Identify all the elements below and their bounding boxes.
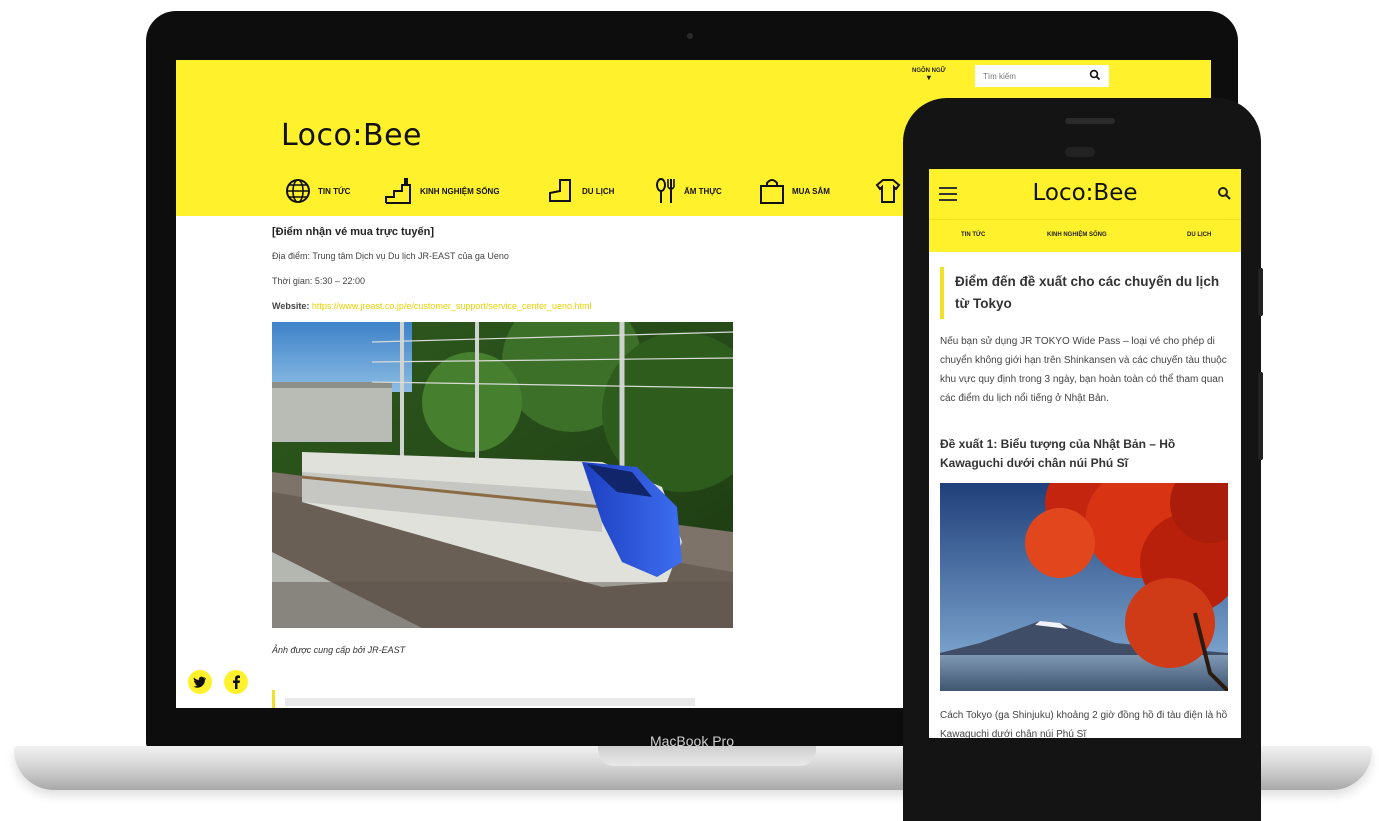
- photo-caption: Ảnh được cung cấp bởi JR-EAST: [272, 645, 406, 655]
- article-title: Điểm đến đề xuất cho các chuyến du lịch …: [955, 274, 1220, 311]
- website-link[interactable]: https://www.jreast.co.jp/e/customer_supp…: [312, 301, 592, 311]
- nav-item-travel[interactable]: DU LỊCH: [546, 173, 614, 209]
- time-text: Thời gian: 5:30 – 22:00: [272, 276, 365, 286]
- shopping-bag-icon: [760, 179, 784, 204]
- language-switcher[interactable]: NGÔN NGỮ ▾: [912, 68, 946, 82]
- caret-down-icon: ▾: [926, 73, 931, 82]
- fork-spoon-icon: [656, 178, 675, 203]
- nav-label: KINH NGHIỆM SỐNG: [420, 186, 500, 196]
- search-box: [975, 65, 1109, 87]
- tab-news[interactable]: TIN TỨC: [961, 232, 985, 238]
- nav-label: ẨM THỰC: [684, 186, 722, 196]
- nav-item-shopping[interactable]: MUA SẮM: [758, 173, 830, 209]
- nav-item-news[interactable]: TIN TỨC: [284, 173, 350, 209]
- search-icon[interactable]: [1089, 69, 1101, 81]
- tab-travel[interactable]: DU LỊCH: [1187, 232, 1211, 238]
- search-icon[interactable]: [1217, 186, 1231, 200]
- phone-volume-button: [1258, 268, 1263, 316]
- globe-icon: [286, 179, 310, 203]
- website-label: Website:: [272, 301, 310, 311]
- body-paragraph: Cách Tokyo (ga Shinjuku) khoảng 2 giờ đồ…: [940, 710, 1228, 738]
- shirt-icon: [875, 179, 901, 203]
- phone-speaker: [1065, 118, 1115, 124]
- tab-living[interactable]: KINH NGHIỆM SỐNG: [1047, 232, 1107, 238]
- recommendation-heading: Đề xuất 1: Biểu tượng của Nhật Bản – Hồ …: [940, 437, 1176, 470]
- next-quote-block: [272, 690, 715, 708]
- stairs-icon: [385, 178, 411, 204]
- location-text: Địa điểm: Trung tâm Dịch vụ Du lịch JR-E…: [272, 251, 509, 261]
- shinkansen-photo: [272, 322, 733, 628]
- site-logo[interactable]: Loco:Bee: [281, 118, 422, 153]
- fuji-photo: [940, 483, 1228, 691]
- twitter-share-button[interactable]: [188, 670, 212, 694]
- title-accent-bar: [940, 267, 944, 319]
- phone-screen: Loco:Bee TIN TỨC KINH NGHIỆM SỐNG DU LỊC…: [929, 169, 1241, 738]
- laptop-notch: [598, 746, 816, 766]
- nav-label: DU LỊCH: [582, 186, 615, 196]
- phone-front-camera: [1065, 147, 1095, 157]
- twitter-icon: [193, 676, 206, 688]
- mobile-header: Loco:Bee: [929, 169, 1241, 219]
- nav-label: MUA SẮM: [792, 186, 830, 196]
- intro-paragraph: Nếu bạn sử dụng JR TOKYO Wide Pass – loạ…: [940, 336, 1227, 404]
- nav-label: TIN TỨC: [318, 186, 351, 196]
- mobile-tabs: TIN TỨC KINH NGHIỆM SỐNG DU LỊCH: [929, 219, 1241, 252]
- laptop-camera: [687, 33, 693, 39]
- nav-item-food[interactable]: ẨM THỰC: [654, 173, 722, 209]
- nav-item-living[interactable]: KINH NGHIỆM SỐNG: [384, 173, 500, 209]
- nav-item-more[interactable]: [874, 173, 902, 209]
- facebook-icon: [233, 675, 240, 689]
- boot-icon: [549, 179, 571, 202]
- mobile-logo[interactable]: Loco:Bee: [929, 180, 1241, 206]
- section-heading: [Điểm nhận vé mua trực tuyến]: [272, 226, 434, 238]
- facebook-share-button[interactable]: [224, 670, 248, 694]
- phone-power-button: [1258, 372, 1263, 460]
- search-input[interactable]: [983, 69, 1083, 83]
- website-line: Website: https://www.jreast.co.jp/e/cust…: [272, 301, 592, 311]
